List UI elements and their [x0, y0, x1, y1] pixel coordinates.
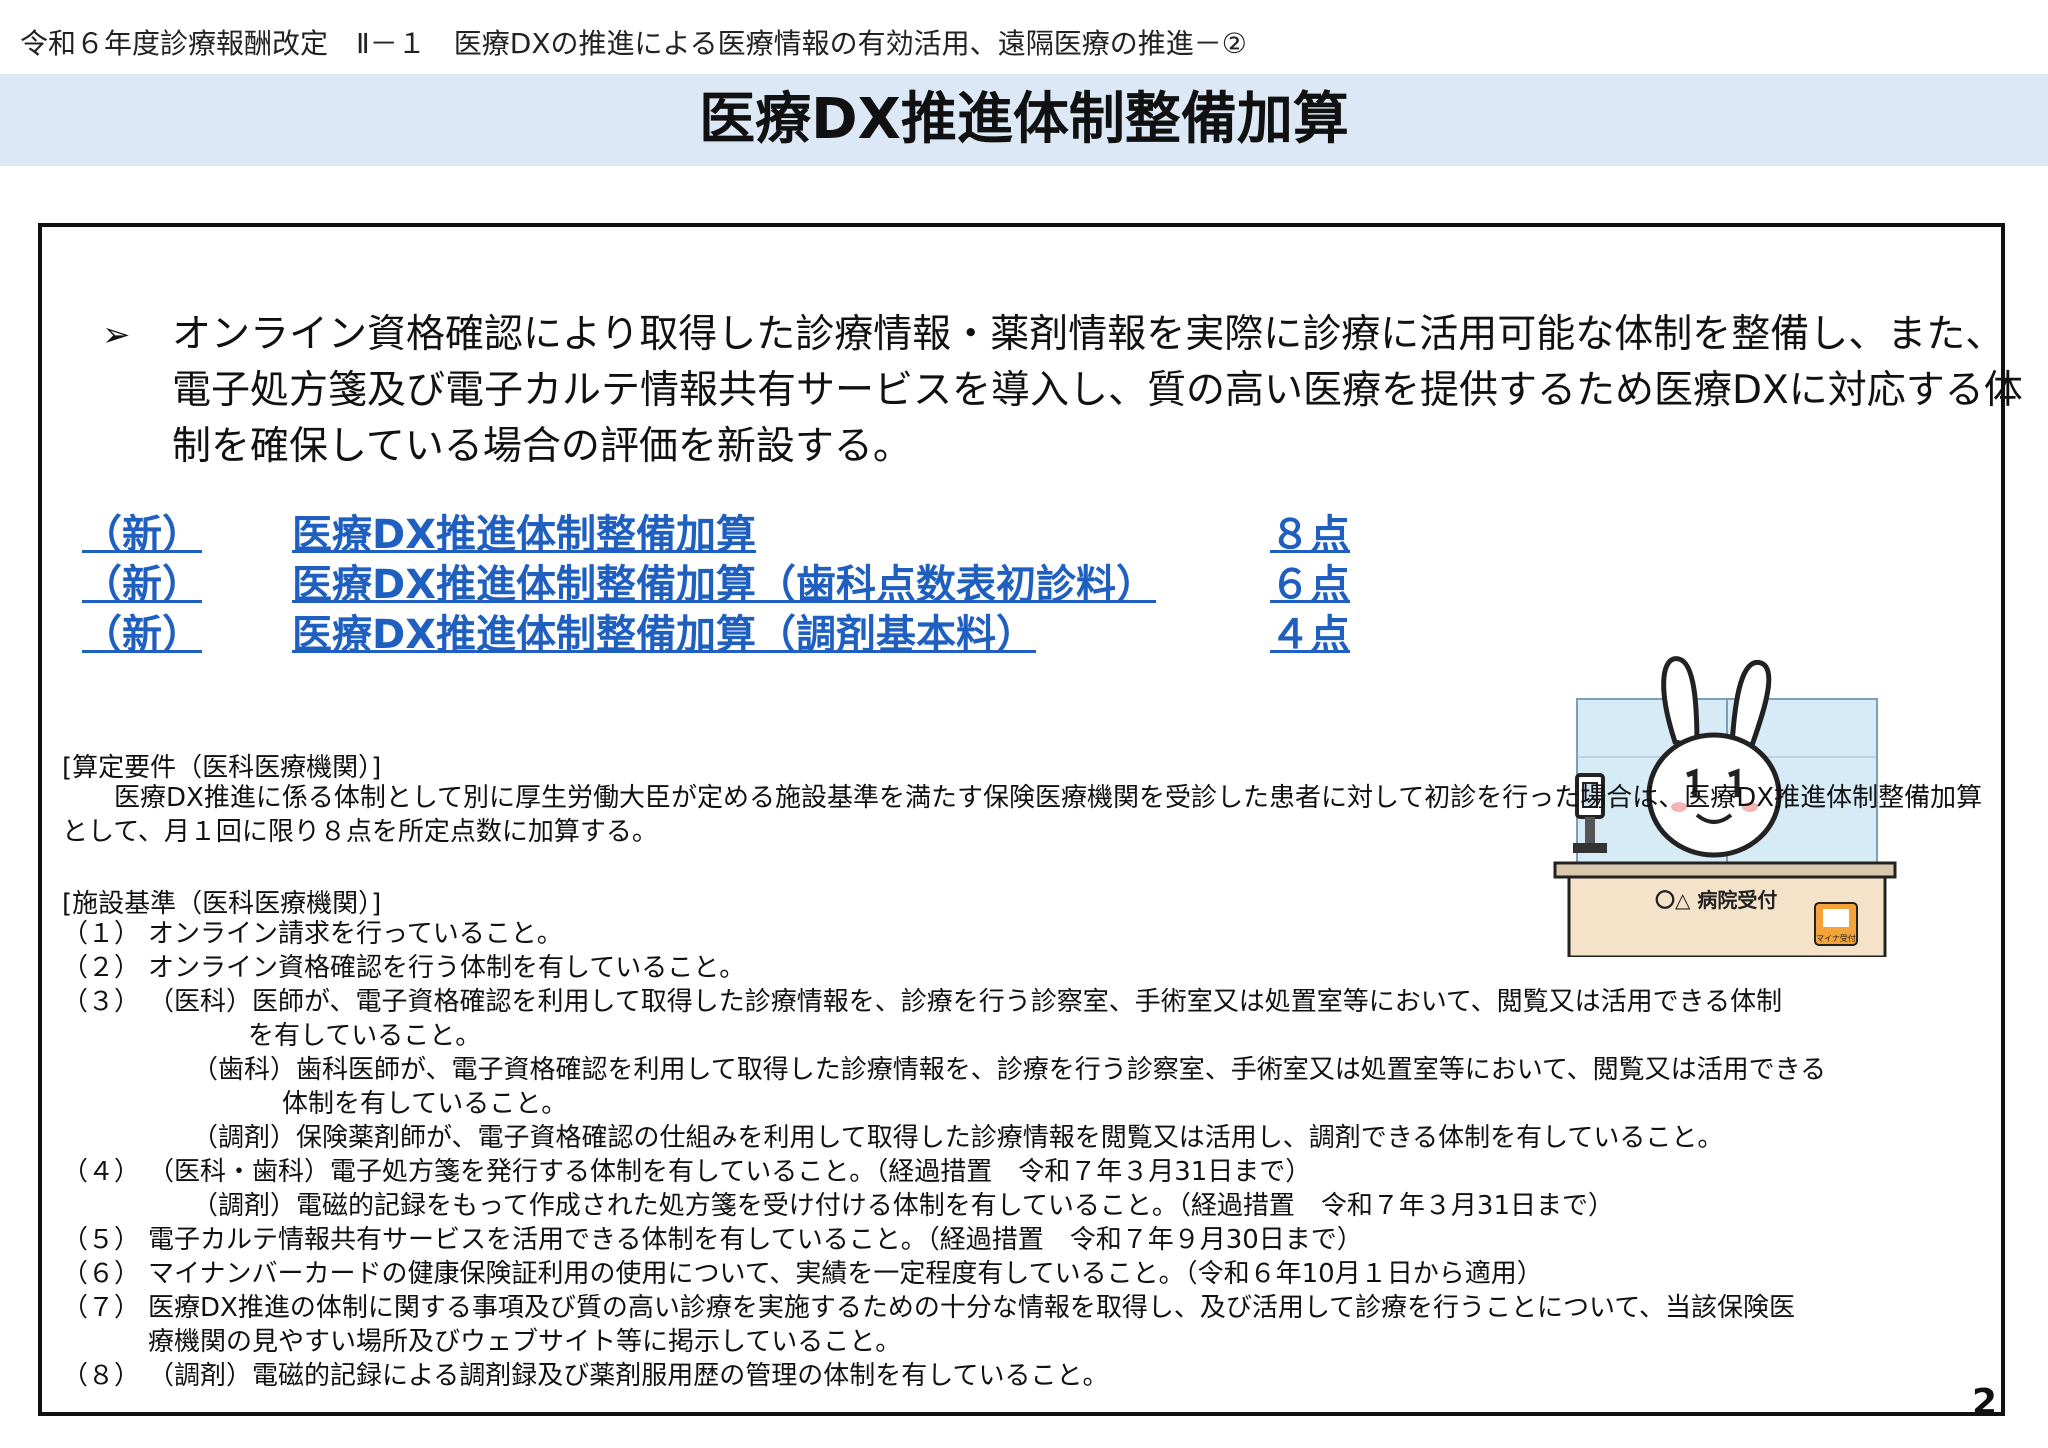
item-tag: （新） [82, 612, 202, 658]
breadcrumb: 令和６年度診療報酬改定 Ⅱ－１ 医療DXの推進による医療情報の有効活用、遠隔医療… [20, 27, 1247, 60]
list-text: （調剤）電磁的記録をもって作成された処方箋を受け付ける体制を有していること。（経… [192, 1191, 1615, 1221]
list-text: 医療DX推進の体制に関する事項及び質の高い診療を実施するための十分な情報を取得し… [148, 1293, 1795, 1323]
list-item: （調剤）電磁的記録をもって作成された処方箋を受け付ける体制を有していること。（経… [62, 1189, 1982, 1223]
item-name: 医療DX推進体制整備加算（調剤基本料） [292, 612, 1037, 658]
list-text-block: （歯科）歯科医師が、電子資格確認を利用して取得した診療情報を、診療を行う診察室、… [62, 1053, 1982, 1121]
lead-paragraph: ➢ オンライン資格確認により取得した診療情報・薬剤情報を実際に診療に活用可能な体… [102, 307, 2032, 475]
list-text: （医科・歯科）電子処方箋を発行する体制を有していること。（経過措置 令和７年３月… [148, 1157, 1312, 1187]
list-number: （５） [62, 1225, 141, 1255]
page-number: 2 [1972, 1382, 1998, 1423]
list-item: （７） 医療DX推進の体制に関する事項及び質の高い診療を実施するための十分な情報… [62, 1291, 1982, 1359]
list-text: （歯科）歯科医師が、電子資格確認を利用して取得した診療情報を、診療を行う診察室、… [192, 1055, 1827, 1085]
list-number: （４） [62, 1157, 141, 1187]
list-item: （調剤）保険薬剤師が、電子資格確認の仕組みを利用して取得した診療情報を閲覧又は活… [62, 1121, 1982, 1155]
list-text-block: 医療DX推進の体制に関する事項及び質の高い診療を実施するための十分な情報を取得し… [62, 1291, 1982, 1359]
list-text-continuation: を有していること。 [248, 1021, 482, 1051]
list-item: （１） オンライン請求を行っていること。 [62, 917, 1982, 951]
list-number: （３） [62, 987, 141, 1017]
list-number: （６） [62, 1259, 141, 1289]
list-item: （５） 電子カルテ情報共有サービスを活用できる体制を有していること。（経過措置 … [62, 1223, 1982, 1257]
list-text: オンライン資格確認を行う体制を有していること。 [148, 953, 746, 983]
list-text: （調剤）保険薬剤師が、電子資格確認の仕組みを利用して取得した診療情報を閲覧又は活… [192, 1123, 1724, 1153]
content-frame: ➢ オンライン資格確認により取得した診療情報・薬剤情報を実際に診療に活用可能な体… [38, 223, 2023, 1416]
title-band: 医療DX推進体制整備加算 [0, 74, 2048, 166]
lead-text: オンライン資格確認により取得した診療情報・薬剤情報を実際に診療に活用可能な体制を… [172, 312, 2023, 469]
arrow-bullet-icon: ➢ [102, 315, 131, 355]
list-item: （８） （調剤）電磁的記録による調剤録及び薬剤服用歴の管理の体制を有していること… [62, 1359, 1982, 1393]
list-item: （４） （医科・歯科）電子処方箋を発行する体制を有していること。（経過措置 令和… [62, 1155, 1982, 1189]
list-number: （７） [62, 1293, 141, 1323]
list-number: （２） [62, 953, 141, 983]
list-item: （３） （医科）医師が、電子資格確認を利用して取得した診療情報を、診療を行う診察… [62, 985, 1982, 1053]
list-item: （２） オンライン資格確認を行う体制を有していること。 [62, 951, 1982, 985]
standards-heading: [施設基準（医科医療機関）] [62, 889, 382, 919]
list-number: （８） [62, 1361, 141, 1391]
page-title: 医療DX推進体制整備加算 [699, 87, 1349, 152]
list-text-block: （医科）医師が、電子資格確認を利用して取得した診療情報を、診療を行う診察室、手術… [62, 985, 1982, 1053]
standards-list: （１） オンライン請求を行っていること。 （２） オンライン資格確認を行う体制を… [62, 917, 1982, 1393]
requirements-body: 医療DX推進に係る体制として別に厚生労働大臣が定める施設基準を満たす保険医療機関… [62, 783, 1983, 847]
list-text: （調剤）電磁的記録による調剤録及び薬剤服用歴の管理の体制を有していること。 [148, 1361, 1109, 1391]
reception-sign: 〇△ 病院受付 [1655, 888, 1777, 912]
list-item: （歯科）歯科医師が、電子資格確認を利用して取得した診療情報を、診療を行う診察室、… [62, 1053, 1982, 1121]
list-number: （１） [62, 919, 141, 949]
list-item: （６） マイナンバーカードの健康保険証利用の使用について、実績を一定程度有してい… [62, 1257, 1982, 1291]
list-text-continuation: 療機関の見やすい場所及びウェブサイト等に掲示していること。 [148, 1327, 902, 1357]
list-text: マイナンバーカードの健康保険証利用の使用について、実績を一定程度有していること。… [148, 1259, 1543, 1289]
list-text: 電子カルテ情報共有サービスを活用できる体制を有していること。（経過措置 令和７年… [148, 1225, 1363, 1255]
list-text: （医科）医師が、電子資格確認を利用して取得した診療情報を、診療を行う診察室、手術… [148, 987, 1783, 1017]
list-text: オンライン請求を行っていること。 [148, 919, 563, 949]
requirements-heading: [算定要件（医科医療機関）] [62, 753, 382, 783]
item-points: ４点 [1270, 612, 1350, 658]
list-text-continuation: 体制を有していること。 [282, 1089, 568, 1119]
